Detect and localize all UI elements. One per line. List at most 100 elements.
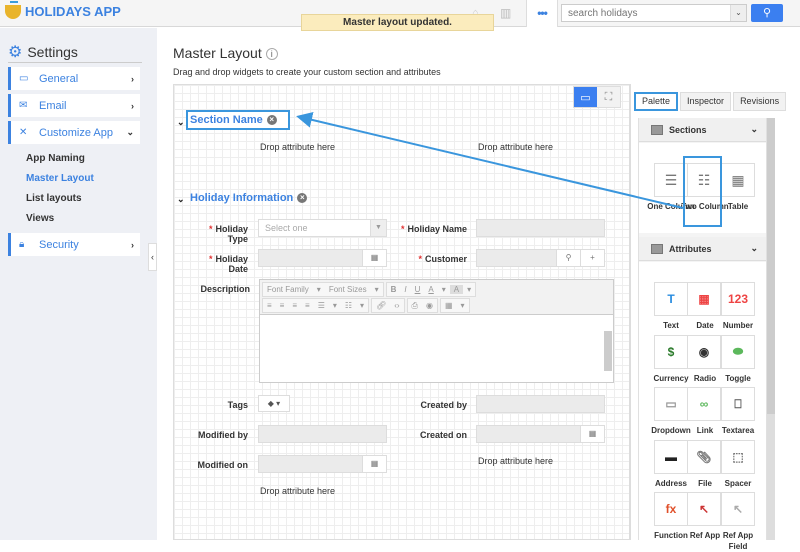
print-icon[interactable]: ⎙	[408, 301, 422, 311]
drop-zone[interactable]: Drop attribute here	[478, 142, 553, 152]
preview-icon[interactable]: ◉	[422, 301, 437, 310]
created-on-field[interactable]: ▦	[476, 425, 605, 443]
textarea-widget[interactable]: ⎕	[721, 387, 755, 421]
date-widget[interactable]: ▦	[687, 282, 721, 316]
address-widget[interactable]: ▬	[654, 439, 688, 474]
section-header[interactable]: Holiday Information ×	[190, 192, 308, 204]
sidebar-subitem-views[interactable]: Views	[26, 213, 54, 224]
remove-section-icon[interactable]: ×	[266, 115, 277, 125]
chart-icon[interactable]: ▥	[500, 6, 511, 20]
background-color-button[interactable]: A	[449, 285, 464, 294]
spacer-widget[interactable]: ⬚	[721, 439, 755, 474]
search-icon[interactable]: ⚲	[556, 250, 580, 266]
sidebar-item-security[interactable]: 🔒︎ Security ›	[8, 233, 140, 256]
drop-zone[interactable]: Drop attribute here	[260, 142, 335, 152]
search-button[interactable]: ⚲	[751, 4, 783, 22]
print-group: ⎙ ◉	[406, 298, 438, 313]
sidebar-subitem-app-naming[interactable]: App Naming	[26, 153, 85, 164]
link-widget[interactable]: ∞	[687, 387, 721, 421]
attributes-header[interactable]: Attributes ⌄	[639, 237, 766, 261]
widget-label: Textarea	[721, 426, 755, 435]
caret-down-icon: ▾	[441, 285, 446, 294]
sidebar-item-customize-app[interactable]: ✕ Customize App ⌄	[8, 121, 140, 144]
align-left-icon[interactable]: ≡	[263, 301, 276, 310]
hierarchy-view-button[interactable]: ⛶	[597, 87, 620, 107]
numbered-list-icon[interactable]: ☷	[341, 301, 356, 310]
bullet-list-icon[interactable]: ☰	[314, 301, 329, 310]
currency-widget[interactable]: $	[654, 334, 688, 369]
currency-icon: $	[667, 344, 675, 359]
ref-app-field-widget[interactable]: ↖	[721, 492, 755, 526]
dropdown-widget[interactable]: ▭	[654, 387, 688, 421]
desktop-view-button[interactable]: ▭	[574, 87, 597, 107]
font-sizes-select[interactable]: Font Sizes	[325, 285, 371, 294]
page-subtitle: Drag and drop widgets to create your cus…	[173, 67, 441, 77]
align-center-icon[interactable]: ≡	[276, 301, 289, 310]
collapse-sidebar-button[interactable]: ‹	[148, 243, 157, 271]
chevron-down-icon[interactable]: ⌄	[177, 117, 185, 128]
description-editor[interactable]: Font Family ▾ Font Sizes ▾ B I U A ▾ A ▾ ≡ ≡…	[259, 279, 614, 383]
radio-widget[interactable]: ◉	[687, 334, 721, 369]
remove-section-icon[interactable]: ×	[297, 193, 308, 203]
more-button[interactable]: •••	[526, 0, 558, 27]
radio-icon: ◉	[698, 344, 710, 359]
sidebar-subitem-master-layout[interactable]: Master Layout	[26, 173, 94, 184]
drop-zone[interactable]: Drop attribute here	[260, 486, 335, 496]
sidebar-item-email[interactable]: ✉ Email ›	[8, 94, 140, 117]
code-icon[interactable]: ‹›	[390, 301, 403, 310]
table-widget[interactable]: ▦	[721, 163, 755, 197]
customer-field[interactable]: ⚲ +	[476, 249, 605, 267]
section-name[interactable]: Section Name	[190, 114, 263, 126]
modified-on-field[interactable]: ▦	[258, 455, 387, 473]
scrollbar-thumb[interactable]	[767, 118, 775, 414]
search-input[interactable]	[562, 5, 726, 22]
font-family-select[interactable]: Font Family	[263, 285, 313, 294]
sections-header[interactable]: Sections ⌄	[639, 118, 766, 142]
chevron-down-icon[interactable]: ⌄	[177, 194, 185, 205]
palette-scrollbar[interactable]	[767, 118, 775, 540]
section-header[interactable]: Section Name ×	[190, 114, 277, 126]
tab-palette[interactable]: Palette	[634, 92, 679, 111]
calendar-icon[interactable]: ▦	[362, 250, 386, 266]
app-logo[interactable]: HOLIDAYS APP	[5, 0, 121, 19]
label-text: Customer	[424, 254, 467, 264]
ref-app-widget[interactable]: ↖	[687, 492, 721, 526]
label-text: Holiday Date	[215, 254, 248, 274]
calendar-icon[interactable]: ▦	[362, 456, 386, 472]
editor-scrollbar[interactable]	[604, 317, 612, 381]
tab-inspector[interactable]: Inspector	[680, 92, 732, 111]
justify-icon[interactable]: ≡	[301, 301, 314, 310]
number-widget[interactable]: 123	[721, 282, 755, 316]
align-right-icon[interactable]: ≡	[288, 301, 301, 310]
toggle-widget[interactable]: ⬬	[721, 334, 755, 369]
calendar-icon[interactable]: ▦	[580, 426, 604, 442]
font-group: Font Family ▾ Font Sizes ▾	[262, 282, 384, 297]
underline-button[interactable]: U	[411, 285, 425, 294]
text-widget[interactable]: T	[654, 282, 688, 316]
sidebar-subitem-list-layouts[interactable]: List layouts	[26, 193, 82, 204]
drop-zone[interactable]: Drop attribute here	[478, 456, 553, 466]
search-dropdown-chevron-icon[interactable]: ⌄	[730, 5, 746, 21]
modified-by-field[interactable]	[258, 425, 387, 443]
add-icon[interactable]: +	[580, 250, 604, 266]
info-icon[interactable]: i	[265, 48, 278, 61]
created-by-field[interactable]	[476, 395, 605, 413]
modified-on-label: Modified on	[197, 460, 249, 470]
holiday-date-field[interactable]: ▦	[258, 249, 387, 267]
holiday-type-select[interactable]: Select one ▼	[258, 219, 387, 237]
widget-label: Spacer	[724, 478, 752, 488]
file-widget[interactable]: 📎︎	[687, 439, 721, 474]
table-icon[interactable]: ▦	[441, 301, 457, 310]
scrollbar-thumb[interactable]	[604, 331, 612, 371]
link-icon[interactable]: 🔗︎	[372, 301, 390, 310]
bold-button[interactable]: B	[387, 285, 401, 294]
sidebar-item-general[interactable]: ▭ General ›	[8, 67, 140, 90]
tags-button[interactable]: ◆ ▾	[258, 395, 290, 412]
caret-down-icon: ▾	[316, 285, 321, 294]
function-widget[interactable]: fx	[654, 492, 688, 526]
font-color-button[interactable]: A	[424, 285, 437, 294]
holiday-name-field[interactable]	[476, 219, 605, 237]
italic-button[interactable]: I	[400, 285, 410, 294]
section-name[interactable]: Holiday Information	[190, 192, 293, 204]
tab-revisions[interactable]: Revisions	[733, 92, 787, 111]
